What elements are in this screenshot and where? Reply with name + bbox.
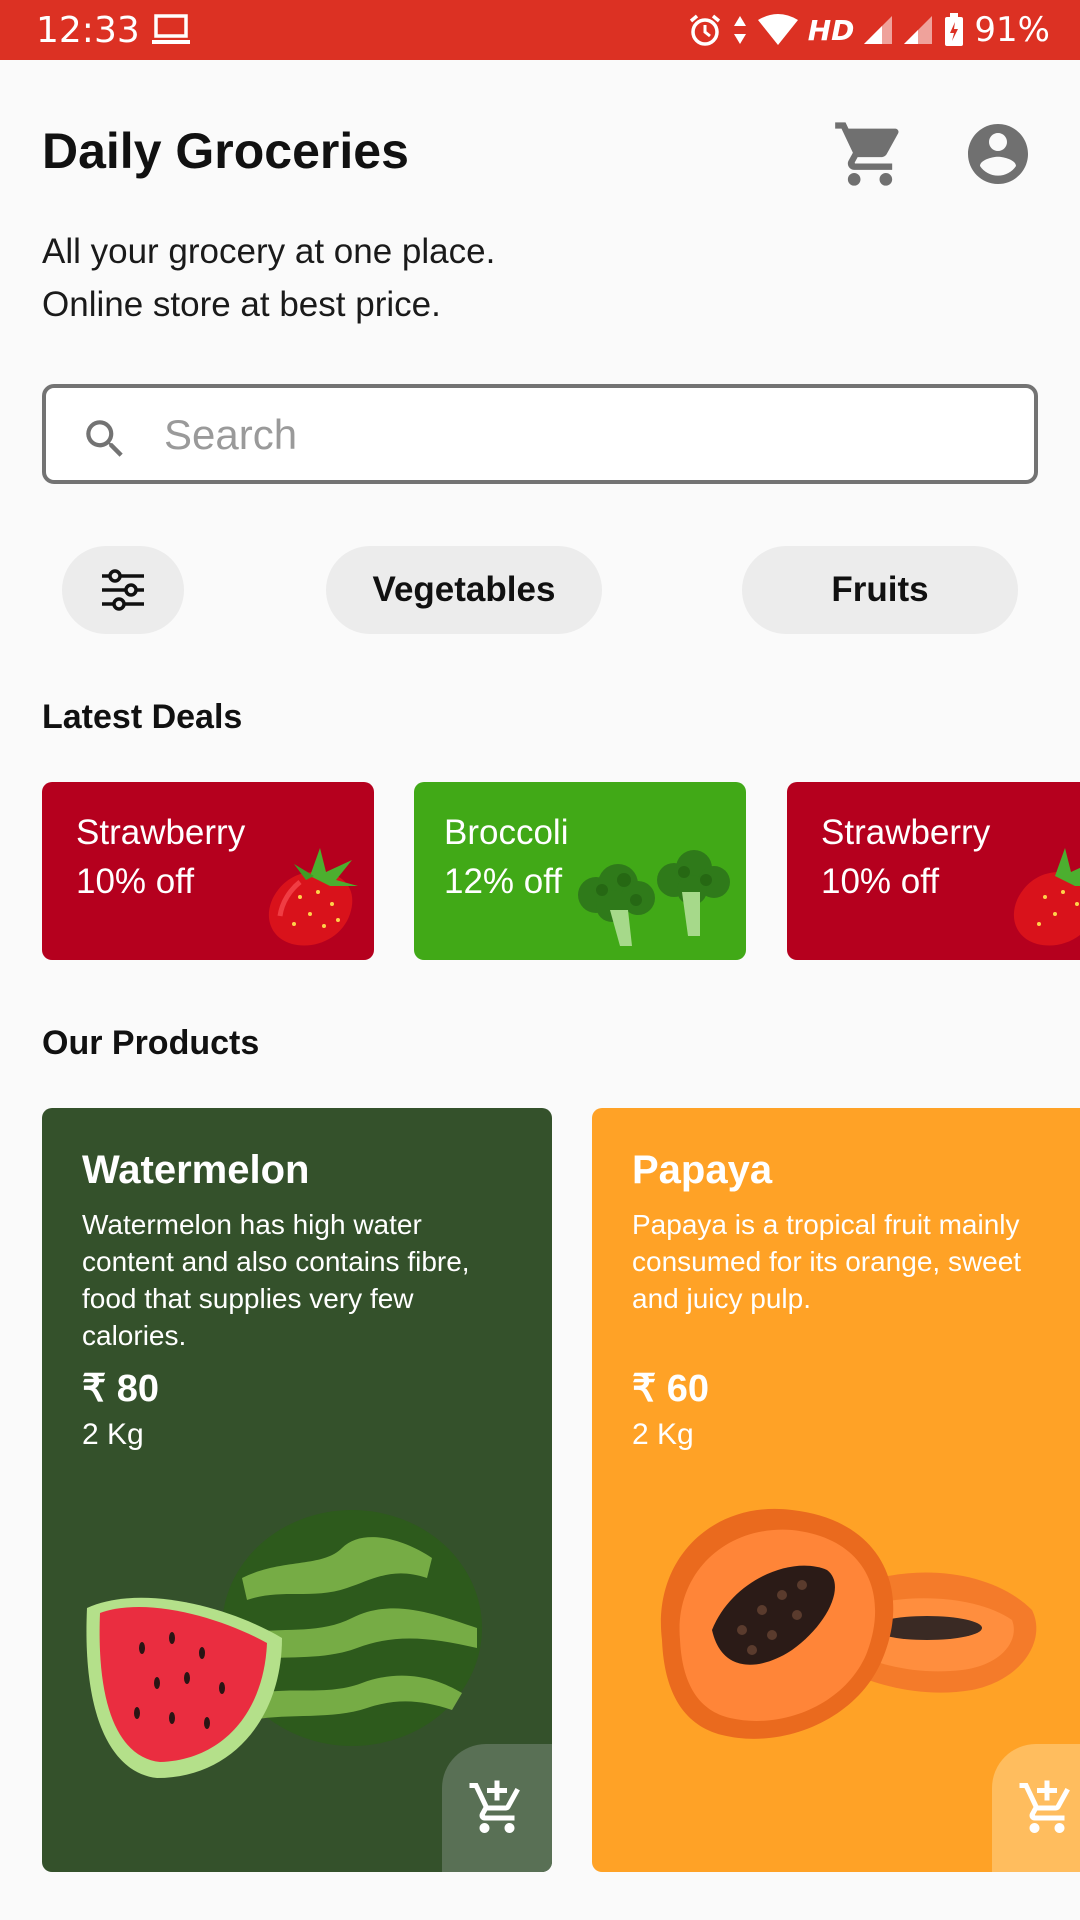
deal-text: Strawberry 10% off [76,808,245,906]
product-description: Papaya is a tropical fruit mainly consum… [632,1209,1022,1314]
signal-icon [864,16,893,44]
chip-fruits[interactable]: Fruits [742,546,1018,634]
deal-text: Broccoli 12% off [444,808,568,906]
product-quantity: 2 Kg [632,1418,694,1451]
filter-button[interactable] [62,546,184,634]
page-title: Daily Groceries [42,123,409,179]
deal-card-strawberry[interactable]: Strawberry 10% off [42,782,374,960]
search-box[interactable] [42,384,1038,484]
deal-text: Strawberry 10% off [821,808,990,906]
strawberry-image [1013,848,1080,946]
deal-name: Broccoli [444,813,569,852]
add-to-cart-button[interactable] [992,1744,1080,1872]
papaya-image [660,1508,1037,1739]
search-input[interactable] [164,406,964,464]
add-to-cart-button[interactable] [442,1744,552,1872]
product-description: Watermelon has high water content and al… [82,1209,470,1351]
add-shopping-cart-icon [1019,1780,1070,1833]
subtitle-line-1: All your grocery at one place. [42,232,496,271]
deal-card-broccoli[interactable]: Broccoli 12% off [414,782,746,960]
chip-vegetables[interactable]: Vegetables [326,546,602,634]
shopping-cart-icon[interactable] [832,116,908,192]
alarm-icon [689,14,720,46]
account-circle-icon[interactable] [962,118,1034,190]
strawberry-image [268,848,358,946]
status-icons: HD 91% [688,9,1050,51]
deal-name: Strawberry [76,813,246,852]
product-price: ₹ 80 [82,1368,160,1410]
deals-carousel[interactable]: Strawberry 10% off Broccoli 12% off Stra… [0,782,1080,962]
subtitle-line-2: Online store at best price. [42,285,441,324]
watermelon-image [86,1510,482,1778]
battery-percent: 91% [974,10,1050,50]
product-quantity: 2 Kg [82,1418,144,1451]
add-shopping-cart-icon [469,1780,520,1833]
status-bar: 12:33 HD 91% [0,0,1080,60]
product-price: ₹ 60 [632,1368,710,1410]
laptop-icon [152,14,190,44]
search-icon [86,420,123,457]
battery-icon [945,13,964,46]
status-time: 12:33 [36,10,140,51]
product-card-papaya[interactable]: Papaya Papaya is a tropical fruit mainly… [592,1108,1080,1872]
deal-discount: 10% off [821,862,940,901]
header-subtitle: All your grocery at one place. Online st… [42,225,495,331]
deal-discount: 12% off [444,862,563,901]
deal-card-strawberry-2[interactable]: Strawberry 10% off [787,782,1080,960]
signal-icon-2 [904,16,933,44]
tune-icon [102,569,144,611]
latest-deals-heading: Latest Deals [42,698,243,736]
broccoli-image [578,850,730,946]
wifi-icon [757,14,798,45]
product-name: Watermelon [82,1148,310,1192]
product-card-watermelon[interactable]: Watermelon Watermelon has high water con… [42,1108,552,1872]
product-name: Papaya [632,1148,773,1192]
deal-discount: 10% off [76,862,195,901]
our-products-heading: Our Products [42,1024,260,1062]
hd-label: HD [807,13,855,47]
deal-name: Strawberry [821,813,991,852]
data-transfer-icon [733,16,746,44]
